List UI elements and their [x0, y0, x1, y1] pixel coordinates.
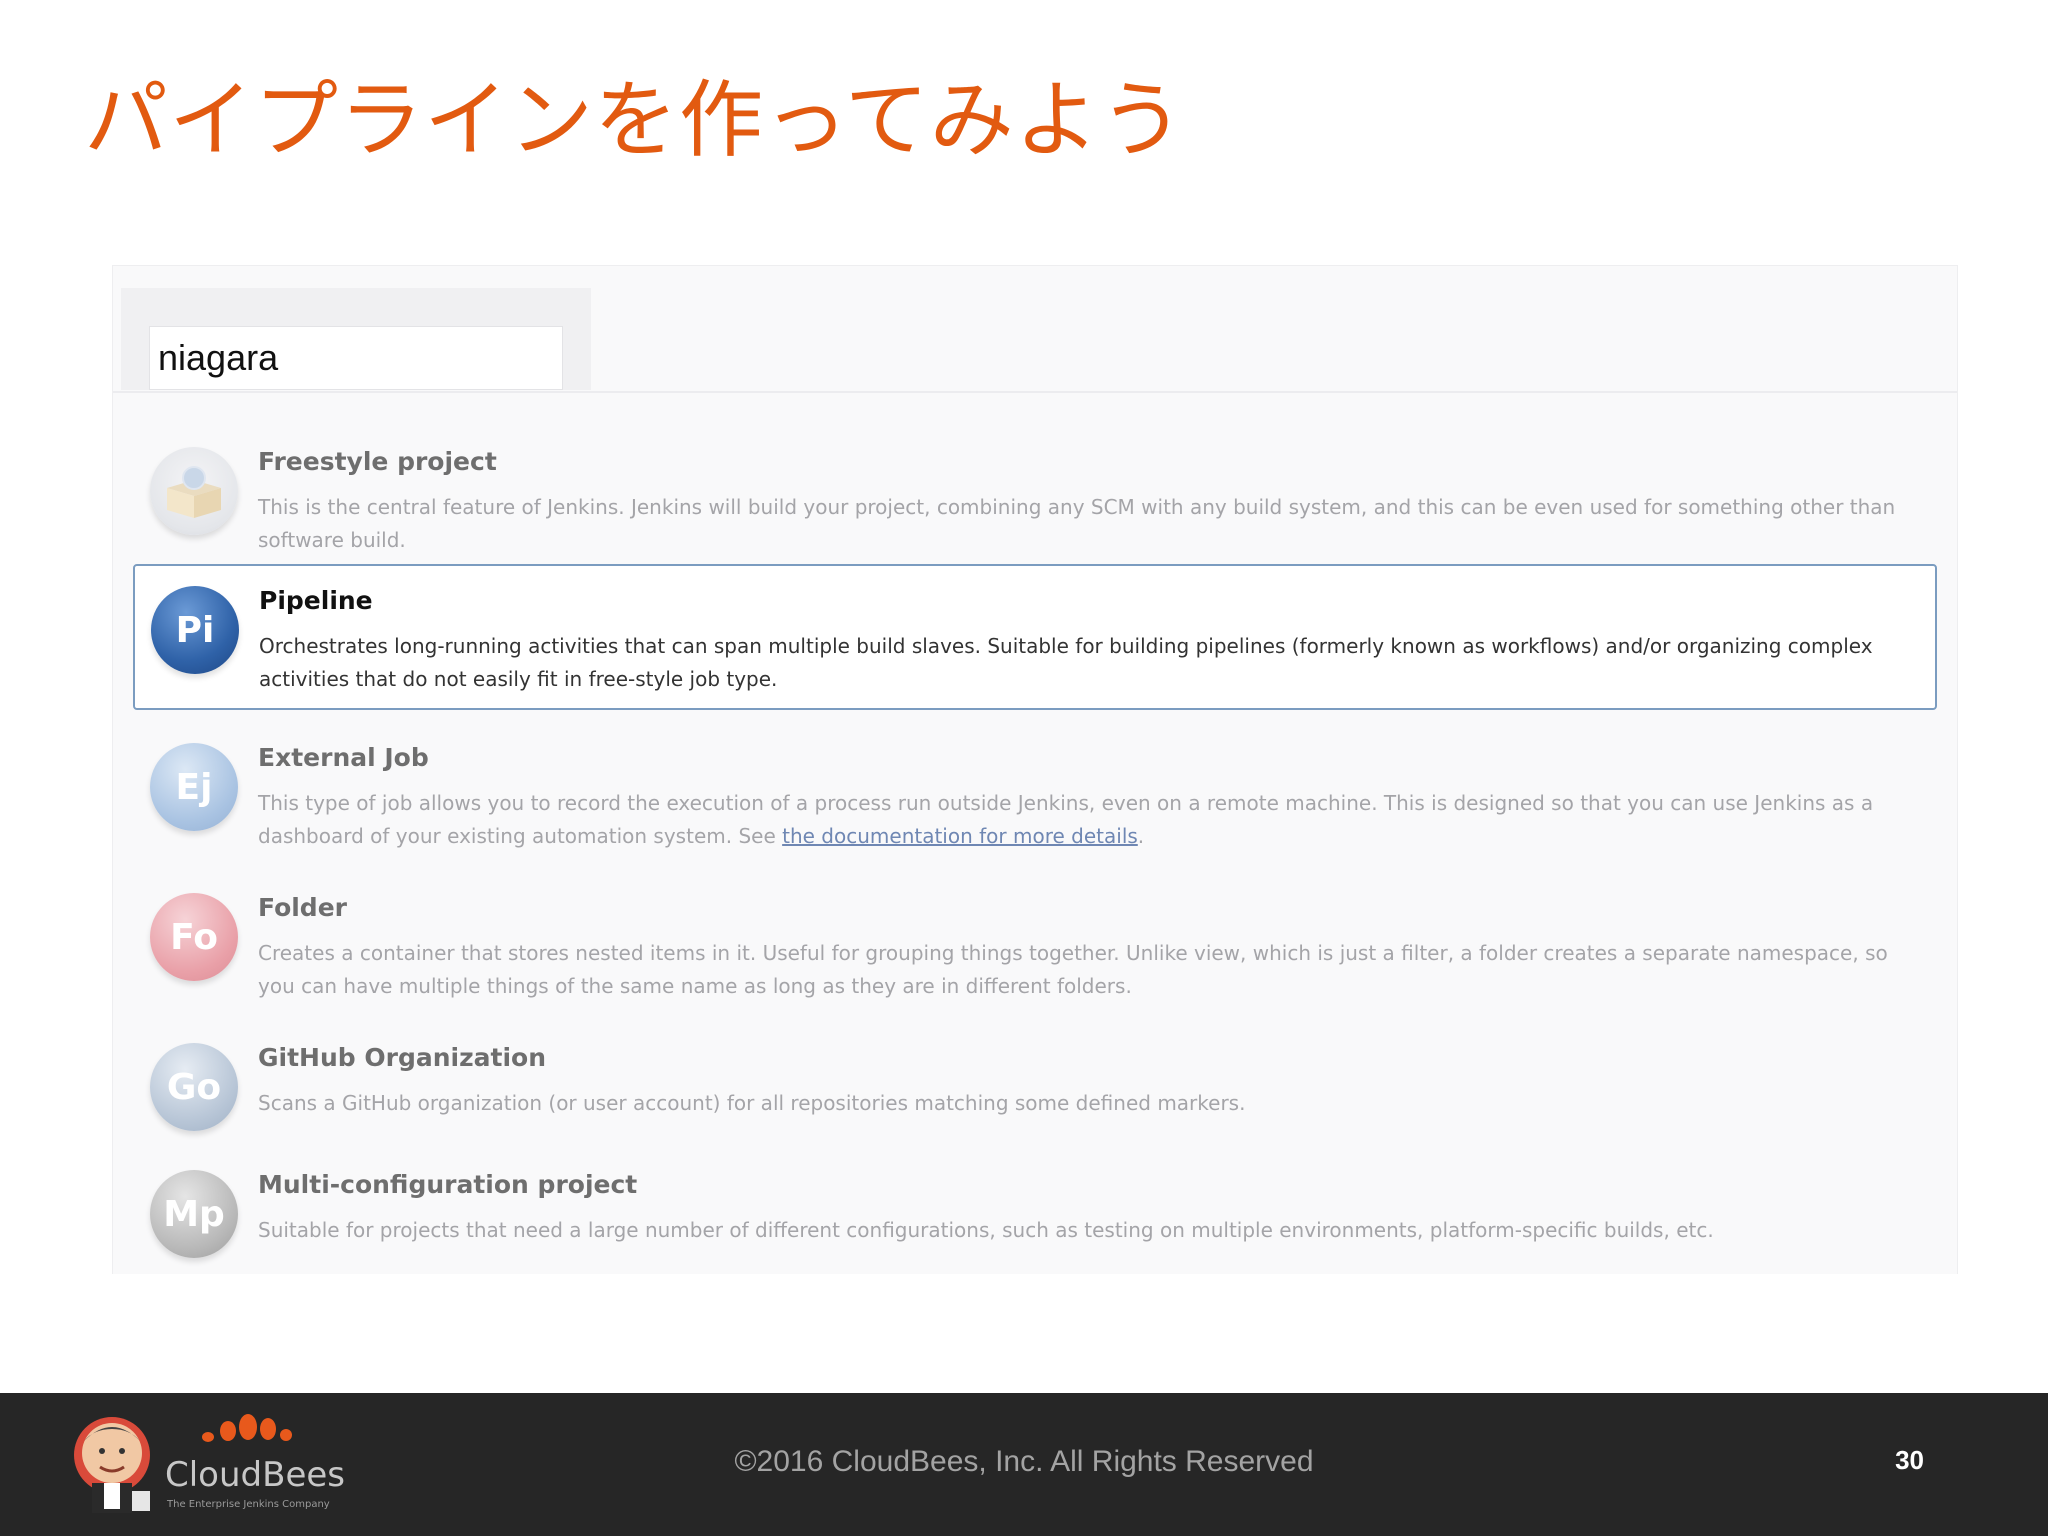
- folder-icon: Fo: [150, 893, 238, 981]
- item-github-organization[interactable]: Go GitHub Organization Scans a GitHub or…: [133, 1014, 1937, 1160]
- new-item-panel: Freestyle project This is the central fe…: [112, 265, 1958, 1274]
- item-folder[interactable]: Fo Folder Creates a container that store…: [133, 864, 1937, 1010]
- icon-text: Fo: [170, 916, 218, 958]
- copyright-text: ©2016 CloudBees, Inc. All Rights Reserve…: [734, 1445, 1314, 1478]
- slide-footer: CloudBees The Enterprise Jenkins Company…: [0, 1393, 2048, 1536]
- github-organization-icon: Go: [150, 1043, 238, 1131]
- item-title: Freestyle project: [258, 447, 497, 476]
- logo-tagline: The Enterprise Jenkins Company: [167, 1499, 330, 1510]
- item-title: Folder: [258, 893, 347, 922]
- item-multi-configuration-project[interactable]: Mp Multi-configuration project Suitable …: [133, 1141, 1937, 1287]
- item-description: This type of job allows you to record th…: [258, 787, 1918, 853]
- pipeline-icon: Pi: [151, 586, 239, 674]
- item-title: Pipeline: [259, 586, 373, 615]
- item-pipeline[interactable]: Pi Pipeline Orchestrates long-running ac…: [133, 564, 1937, 710]
- freestyle-box-icon: [150, 447, 238, 535]
- item-name-input[interactable]: [149, 326, 563, 390]
- item-title: Multi-configuration project: [258, 1170, 638, 1199]
- page-number: 30: [1895, 1445, 1924, 1475]
- documentation-link[interactable]: the documentation for more details: [782, 824, 1138, 848]
- icon-text: Ej: [175, 766, 213, 808]
- cloudbees-bees-icon: [202, 1414, 292, 1442]
- item-description: Scans a GitHub organization (or user acc…: [258, 1091, 1246, 1115]
- item-description: Orchestrates long-running activities tha…: [259, 634, 1873, 691]
- icon-text: Pi: [175, 609, 215, 651]
- multi-configuration-icon: Mp: [150, 1170, 238, 1258]
- icon-text: Mp: [163, 1193, 225, 1235]
- item-title: External Job: [258, 743, 429, 772]
- external-job-icon: Ej: [150, 743, 238, 831]
- item-external-job[interactable]: Ej External Job This type of job allows …: [133, 714, 1937, 860]
- item-name-strip: [121, 288, 591, 390]
- divider: [113, 391, 1957, 393]
- item-freestyle-project[interactable]: Freestyle project This is the central fe…: [133, 418, 1937, 564]
- item-description: Suitable for projects that need a large …: [258, 1218, 1714, 1242]
- icon-text: Go: [166, 1066, 222, 1108]
- slide-title: パイプラインを作ってみよう: [84, 71, 1185, 169]
- item-title: GitHub Organization: [258, 1043, 546, 1072]
- item-description: Creates a container that stores nested i…: [258, 941, 1888, 998]
- description-end: .: [1137, 824, 1145, 848]
- item-description: This is the central feature of Jenkins. …: [258, 495, 1896, 552]
